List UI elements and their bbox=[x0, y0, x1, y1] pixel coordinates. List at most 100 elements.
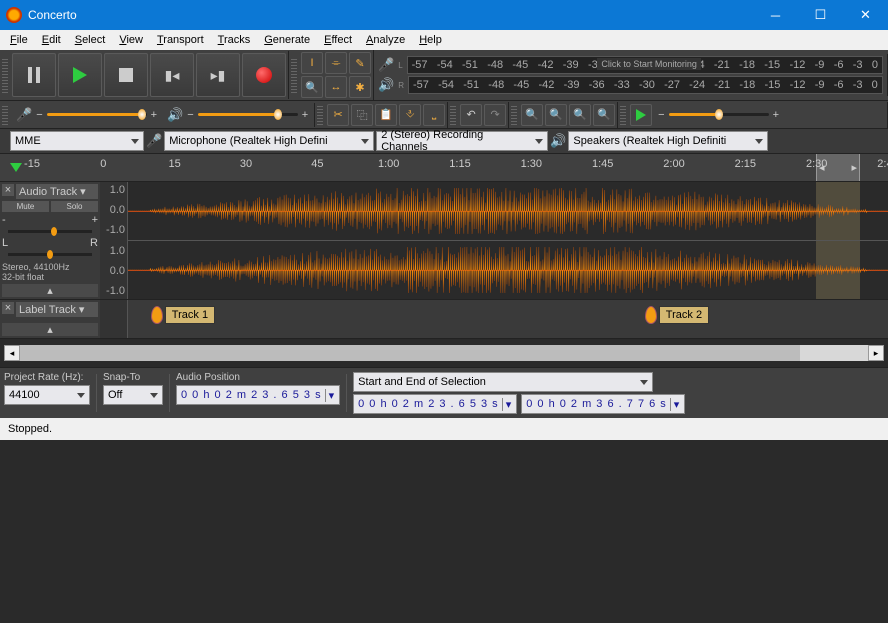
track-label[interactable]: Track 1 bbox=[151, 306, 215, 324]
track-control-panel: × Audio Track ▾ Mute Solo -+ LR Stereo, … bbox=[0, 182, 100, 299]
draw-tool[interactable]: ✎ bbox=[349, 52, 371, 74]
toolbar-grip[interactable] bbox=[620, 105, 626, 125]
record-device-combo[interactable]: Microphone (Realtek High Defini bbox=[164, 131, 374, 151]
status-bar: Stopped. bbox=[0, 418, 888, 440]
record-meter[interactable]: -57-54-51-48-45-42-39-36-33-30-27-24-21-… bbox=[407, 56, 883, 74]
project-rate-label: Project Rate (Hz): bbox=[4, 372, 90, 383]
zoom-tool[interactable]: 🔍 bbox=[301, 76, 323, 98]
label-pin-icon[interactable] bbox=[151, 306, 163, 324]
playback-device-combo[interactable]: Speakers (Realtek High Definiti bbox=[568, 131, 768, 151]
gain-slider[interactable] bbox=[8, 230, 92, 233]
timeline[interactable]: ◂▸ -1501530451:001:151:301:452:002:152:3… bbox=[0, 154, 888, 182]
track-label[interactable]: Track 2 bbox=[645, 306, 709, 324]
record-channels-combo[interactable]: 2 (Stereo) Recording Channels bbox=[376, 131, 548, 151]
track-control-panel: × Label Track ▾ ▴ bbox=[0, 300, 100, 338]
toolbar-grip[interactable] bbox=[511, 105, 517, 125]
track-name-button[interactable]: Audio Track ▾ bbox=[16, 184, 98, 199]
playback-speed-slider[interactable] bbox=[669, 113, 769, 116]
selection-tool[interactable]: I bbox=[301, 52, 323, 74]
close-button[interactable]: ✕ bbox=[843, 0, 888, 30]
toolbar-grip[interactable] bbox=[2, 57, 8, 93]
menu-edit[interactable]: Edit bbox=[36, 32, 67, 48]
mute-button[interactable]: Mute bbox=[2, 201, 49, 212]
menu-effect[interactable]: Effect bbox=[318, 32, 358, 48]
redo-button[interactable]: ↷ bbox=[484, 104, 506, 126]
label-text[interactable]: Track 2 bbox=[659, 306, 709, 324]
solo-button[interactable]: Solo bbox=[51, 201, 98, 212]
skip-end-button[interactable]: ▸▮ bbox=[196, 53, 240, 97]
menu-generate[interactable]: Generate bbox=[258, 32, 316, 48]
snap-to-combo[interactable]: Off bbox=[103, 385, 163, 405]
cut-button[interactable]: ✂ bbox=[327, 104, 349, 126]
mic-icon: 🎤 bbox=[146, 133, 162, 149]
skip-start-button[interactable]: ▮◂ bbox=[150, 53, 194, 97]
meters-toolbar: 🎤 L -57-54-51-48-45-42-39-36-33-30-27-24… bbox=[374, 54, 888, 96]
track-collapse-button[interactable]: ▴ bbox=[2, 323, 98, 336]
menu-help[interactable]: Help bbox=[413, 32, 448, 48]
scroll-thumb[interactable] bbox=[20, 345, 800, 361]
menu-view[interactable]: View bbox=[113, 32, 149, 48]
toolbar-row-1: ▮◂ ▸▮ I ⌯ ✎ 🔍 ↔ ✱ 🎤 L -57-54-51-48-45-42… bbox=[0, 50, 888, 101]
menu-file[interactable]: File bbox=[4, 32, 34, 48]
toolbar-grip[interactable] bbox=[2, 105, 8, 125]
stop-button[interactable] bbox=[104, 53, 148, 97]
record-button[interactable] bbox=[242, 53, 286, 97]
record-volume-slider[interactable] bbox=[47, 113, 147, 116]
label-text[interactable]: Track 1 bbox=[165, 306, 215, 324]
play-at-speed-toolbar: − + bbox=[618, 102, 888, 128]
snap-to-label: Snap-To bbox=[103, 372, 163, 383]
multi-tool[interactable]: ✱ bbox=[349, 76, 371, 98]
maximize-button[interactable]: ☐ bbox=[798, 0, 843, 30]
label-track-body[interactable]: Track 1 Track 2 bbox=[128, 300, 888, 338]
fit-project-button[interactable]: 🔍 bbox=[593, 104, 615, 126]
waveform-left[interactable] bbox=[128, 182, 888, 240]
selection-end-field[interactable]: 0 0 h 0 2 m 3 6 . 7 7 6 s▾ bbox=[521, 394, 685, 414]
playback-meter[interactable]: -57-54-51-48-45-42-39-36-33-30-27-24-21-… bbox=[408, 76, 883, 94]
timeshift-tool[interactable]: ↔ bbox=[325, 76, 347, 98]
waveform-right[interactable] bbox=[128, 241, 888, 299]
mic-icon: 🎤 bbox=[378, 57, 394, 73]
playback-volume-slider[interactable] bbox=[198, 113, 298, 116]
track-close-button[interactable]: × bbox=[2, 184, 14, 196]
project-rate-combo[interactable]: 44100 bbox=[4, 385, 90, 405]
copy-button[interactable]: ⿻ bbox=[351, 104, 373, 126]
meter-channel-l: L bbox=[398, 61, 402, 70]
selection-start-field[interactable]: 0 0 h 0 2 m 2 3 . 6 5 3 s▾ bbox=[353, 394, 517, 414]
track-close-button[interactable]: × bbox=[2, 302, 14, 314]
scroll-left-button[interactable]: ◂ bbox=[4, 345, 20, 361]
speaker-icon: 🔊 bbox=[550, 133, 566, 149]
zoom-out-button[interactable]: 🔍 bbox=[545, 104, 567, 126]
pan-slider[interactable] bbox=[8, 253, 92, 256]
audio-position-label: Audio Position bbox=[176, 372, 340, 383]
silence-button[interactable]: ⎵ bbox=[423, 104, 445, 126]
selection-mode-combo[interactable]: Start and End of Selection bbox=[353, 372, 653, 392]
play-at-speed-button[interactable] bbox=[630, 104, 652, 126]
fit-selection-button[interactable]: 🔍 bbox=[569, 104, 591, 126]
status-text: Stopped. bbox=[8, 423, 52, 435]
paste-button[interactable]: 📋 bbox=[375, 104, 397, 126]
toolbar-grip[interactable] bbox=[450, 105, 456, 125]
audio-position-field[interactable]: 0 0 h 0 2 m 2 3 . 6 5 3 s▾ bbox=[176, 385, 340, 405]
undo-button[interactable]: ↶ bbox=[460, 104, 482, 126]
pause-button[interactable] bbox=[12, 53, 56, 97]
horizontal-scrollbar[interactable]: ◂ ▸ bbox=[4, 345, 884, 361]
device-toolbar: MME 🎤 Microphone (Realtek High Defini 2 … bbox=[0, 129, 888, 154]
minimize-button[interactable]: ─ bbox=[753, 0, 798, 30]
zoom-in-button[interactable]: 🔍 bbox=[521, 104, 543, 126]
trim-button[interactable]: ⎀ bbox=[399, 104, 421, 126]
scroll-right-button[interactable]: ▸ bbox=[868, 345, 884, 361]
menu-transport[interactable]: Transport bbox=[151, 32, 210, 48]
menu-analyze[interactable]: Analyze bbox=[360, 32, 411, 48]
track-name-button[interactable]: Label Track ▾ bbox=[16, 302, 98, 317]
menu-select[interactable]: Select bbox=[69, 32, 112, 48]
menu-tracks[interactable]: Tracks bbox=[212, 32, 257, 48]
toolbar-grip[interactable] bbox=[317, 105, 323, 125]
label-pin-icon[interactable] bbox=[645, 306, 657, 324]
audio-host-combo[interactable]: MME bbox=[10, 131, 144, 151]
vertical-scale[interactable]: 1.0 0.0 -1.0 1.0 0.0 -1.0 bbox=[100, 182, 128, 299]
envelope-tool[interactable]: ⌯ bbox=[325, 52, 347, 74]
play-button[interactable] bbox=[58, 53, 102, 97]
mic-icon: 🎤 bbox=[16, 107, 32, 123]
track-collapse-button[interactable]: ▴ bbox=[2, 284, 98, 297]
toolbar-grip[interactable] bbox=[291, 57, 297, 93]
